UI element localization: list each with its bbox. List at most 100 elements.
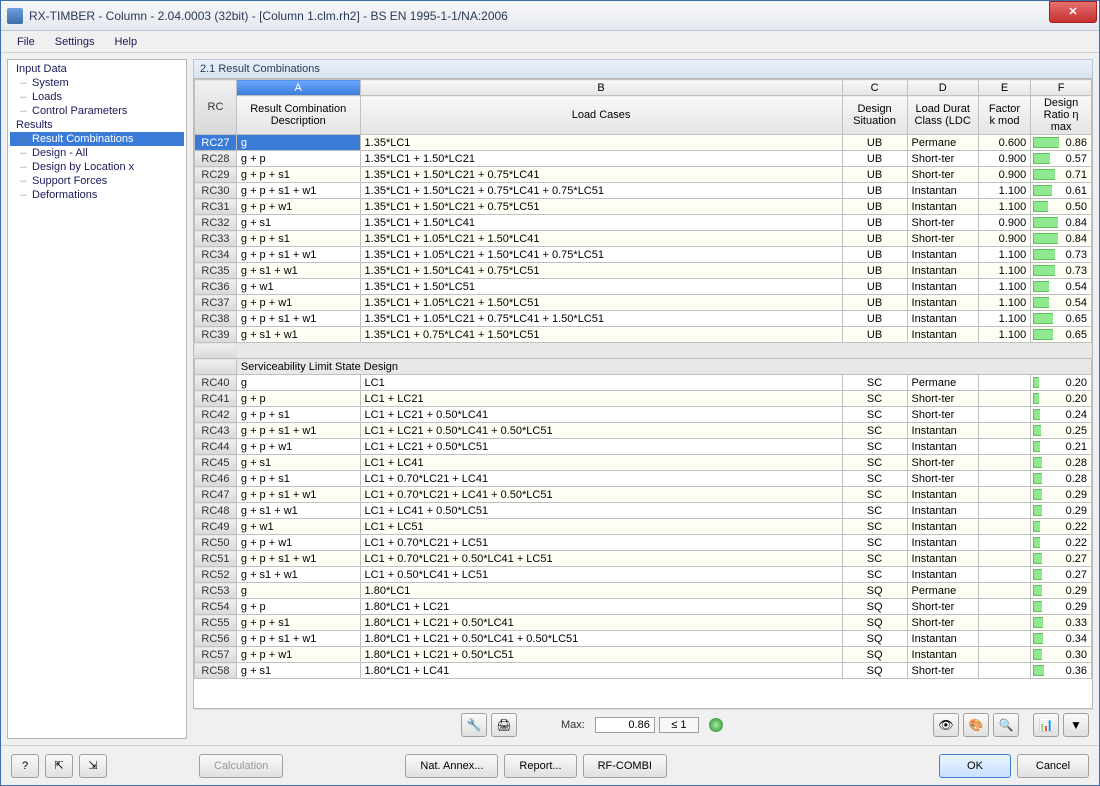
ratio-cell[interactable]: 0.29 — [1031, 583, 1092, 599]
table-row[interactable]: RC36 g + w1 1.35*LC1 + 1.50*LC51 UB Inst… — [195, 279, 1092, 295]
col-letter-a[interactable]: A — [236, 80, 360, 96]
help-button[interactable]: ? — [11, 754, 39, 778]
export-footer-button[interactable]: ⇲ — [79, 754, 107, 778]
ratio-cell[interactable]: 0.54 — [1031, 279, 1092, 295]
col-description[interactable]: Result Combination Description — [236, 96, 360, 135]
table-row[interactable]: RC44 g + p + w1 LC1 + LC21 + 0.50*LC51 S… — [195, 439, 1092, 455]
menu-settings[interactable]: Settings — [47, 34, 103, 50]
ratio-cell[interactable]: 0.71 — [1031, 167, 1092, 183]
table-row[interactable]: RC49 g + w1 LC1 + LC51 SC Instantan 0.22 — [195, 519, 1092, 535]
ratio-cell[interactable]: 0.65 — [1031, 311, 1092, 327]
export-button[interactable]: 📊 — [1033, 713, 1059, 737]
ratio-cell[interactable]: 0.24 — [1031, 407, 1092, 423]
ratio-cell[interactable]: 0.61 — [1031, 183, 1092, 199]
ratio-cell[interactable]: 0.84 — [1031, 215, 1092, 231]
nat-annex-button[interactable]: Nat. Annex... — [405, 754, 498, 778]
rf-combi-button[interactable]: RF-COMBI — [583, 754, 667, 778]
ratio-cell[interactable]: 0.25 — [1031, 423, 1092, 439]
table-row[interactable]: RC31 g + p + w1 1.35*LC1 + 1.50*LC21 + 0… — [195, 199, 1092, 215]
ratio-cell[interactable]: 0.27 — [1031, 567, 1092, 583]
ratio-cell[interactable]: 0.50 — [1031, 199, 1092, 215]
results-grid[interactable]: RC A B C D E F Result Combination Descri… — [193, 78, 1093, 709]
tree-system[interactable]: System — [10, 76, 184, 90]
ratio-cell[interactable]: 0.20 — [1031, 391, 1092, 407]
nav-tree[interactable]: Input Data System Loads Control Paramete… — [7, 59, 187, 739]
table-row[interactable]: RC54 g + p 1.80*LC1 + LC21 SQ Short-ter … — [195, 599, 1092, 615]
ratio-cell[interactable]: 0.20 — [1031, 375, 1092, 391]
calculation-button[interactable]: Calculation — [199, 754, 283, 778]
table-row[interactable]: RC58 g + s1 1.80*LC1 + LC41 SQ Short-ter… — [195, 663, 1092, 679]
tree-control-params[interactable]: Control Parameters — [10, 104, 184, 118]
ratio-cell[interactable]: 0.21 — [1031, 439, 1092, 455]
table-row[interactable]: RC27 g 1.35*LC1 UB Permane 0.600 0.86 — [195, 135, 1092, 151]
ratio-cell[interactable]: 0.28 — [1031, 471, 1092, 487]
table-row[interactable]: RC28 g + p 1.35*LC1 + 1.50*LC21 UB Short… — [195, 151, 1092, 167]
cancel-button[interactable]: Cancel — [1017, 754, 1089, 778]
view-button-1[interactable]: 👁 — [933, 713, 959, 737]
ratio-cell[interactable]: 0.73 — [1031, 263, 1092, 279]
col-ratio[interactable]: Design Ratio η max — [1031, 96, 1092, 135]
ratio-cell[interactable]: 0.34 — [1031, 631, 1092, 647]
ok-button[interactable]: OK — [939, 754, 1011, 778]
tree-result-combinations[interactable]: Result Combinations — [10, 132, 184, 146]
ratio-cell[interactable]: 0.22 — [1031, 535, 1092, 551]
table-row[interactable]: RC32 g + s1 1.35*LC1 + 1.50*LC41 UB Shor… — [195, 215, 1092, 231]
table-row[interactable]: RC51 g + p + s1 + w1 LC1 + 0.70*LC21 + 0… — [195, 551, 1092, 567]
table-row[interactable]: RC56 g + p + s1 + w1 1.80*LC1 + LC21 + 0… — [195, 631, 1092, 647]
col-letter-f[interactable]: F — [1031, 80, 1092, 96]
col-letter-e[interactable]: E — [978, 80, 1030, 96]
table-row[interactable]: RC33 g + p + s1 1.35*LC1 + 1.05*LC21 + 1… — [195, 231, 1092, 247]
tree-deformations[interactable]: Deformations — [10, 188, 184, 202]
col-kmod[interactable]: Factor k mod — [978, 96, 1030, 135]
table-row[interactable]: RC38 g + p + s1 + w1 1.35*LC1 + 1.05*LC2… — [195, 311, 1092, 327]
col-letter-c[interactable]: C — [842, 80, 907, 96]
ratio-cell[interactable]: 0.22 — [1031, 519, 1092, 535]
filter-button-2[interactable]: 🖨 — [491, 713, 517, 737]
table-row[interactable]: RC50 g + p + w1 LC1 + 0.70*LC21 + LC51 S… — [195, 535, 1092, 551]
table-row[interactable]: RC40 g LC1 SC Permane 0.20 — [195, 375, 1092, 391]
table-row[interactable]: RC45 g + s1 LC1 + LC41 SC Short-ter 0.28 — [195, 455, 1092, 471]
import-button[interactable]: ⇱ — [45, 754, 73, 778]
table-row[interactable]: RC41 g + p LC1 + LC21 SC Short-ter 0.20 — [195, 391, 1092, 407]
report-button[interactable]: Report... — [504, 754, 576, 778]
view-button-2[interactable]: 🎨 — [963, 713, 989, 737]
tree-input-data[interactable]: Input Data — [10, 62, 184, 76]
tree-design-all[interactable]: Design - All — [10, 146, 184, 160]
tree-support-forces[interactable]: Support Forces — [10, 174, 184, 188]
table-row[interactable]: RC48 g + s1 + w1 LC1 + LC41 + 0.50*LC51 … — [195, 503, 1092, 519]
table-row[interactable]: RC37 g + p + w1 1.35*LC1 + 1.05*LC21 + 1… — [195, 295, 1092, 311]
ratio-cell[interactable]: 0.73 — [1031, 247, 1092, 263]
table-row[interactable]: RC55 g + p + s1 1.80*LC1 + LC21 + 0.50*L… — [195, 615, 1092, 631]
filter-button-1[interactable]: 🔧 — [461, 713, 487, 737]
table-row[interactable]: RC39 g + s1 + w1 1.35*LC1 + 0.75*LC41 + … — [195, 327, 1092, 343]
ratio-cell[interactable]: 0.28 — [1031, 455, 1092, 471]
view-button-3[interactable]: 🔍 — [993, 713, 1019, 737]
table-row[interactable]: RC57 g + p + w1 1.80*LC1 + LC21 + 0.50*L… — [195, 647, 1092, 663]
table-row[interactable]: RC35 g + s1 + w1 1.35*LC1 + 1.50*LC41 + … — [195, 263, 1092, 279]
ratio-cell[interactable]: 0.29 — [1031, 487, 1092, 503]
ratio-cell[interactable]: 0.54 — [1031, 295, 1092, 311]
ratio-cell[interactable]: 0.29 — [1031, 599, 1092, 615]
col-ldc[interactable]: Load Durat Class (LDC — [907, 96, 978, 135]
tree-design-by-location[interactable]: Design by Location x — [10, 160, 184, 174]
table-row[interactable]: RC53 g 1.80*LC1 SQ Permane 0.29 — [195, 583, 1092, 599]
table-row[interactable]: RC29 g + p + s1 1.35*LC1 + 1.50*LC21 + 0… — [195, 167, 1092, 183]
table-row[interactable]: RC47 g + p + s1 + w1 LC1 + 0.70*LC21 + L… — [195, 487, 1092, 503]
col-situation[interactable]: Design Situation — [842, 96, 907, 135]
col-loadcases[interactable]: Load Cases — [360, 96, 842, 135]
menu-file[interactable]: File — [9, 34, 43, 50]
table-row[interactable]: RC46 g + p + s1 LC1 + 0.70*LC21 + LC41 S… — [195, 471, 1092, 487]
ratio-cell[interactable]: 0.86 — [1031, 135, 1092, 151]
menu-help[interactable]: Help — [106, 34, 145, 50]
ratio-cell[interactable]: 0.36 — [1031, 663, 1092, 679]
col-rc[interactable]: RC — [195, 80, 237, 135]
ratio-cell[interactable]: 0.27 — [1031, 551, 1092, 567]
table-row[interactable]: RC43 g + p + s1 + w1 LC1 + LC21 + 0.50*L… — [195, 423, 1092, 439]
table-row[interactable]: RC52 g + s1 + w1 LC1 + 0.50*LC41 + LC51 … — [195, 567, 1092, 583]
ratio-cell[interactable]: 0.33 — [1031, 615, 1092, 631]
filter-threshold-button[interactable]: ▼ — [1063, 713, 1089, 737]
ratio-cell[interactable]: 0.29 — [1031, 503, 1092, 519]
ratio-cell[interactable]: 0.65 — [1031, 327, 1092, 343]
close-button[interactable]: ✕ — [1049, 1, 1097, 23]
col-letter-b[interactable]: B — [360, 80, 842, 96]
